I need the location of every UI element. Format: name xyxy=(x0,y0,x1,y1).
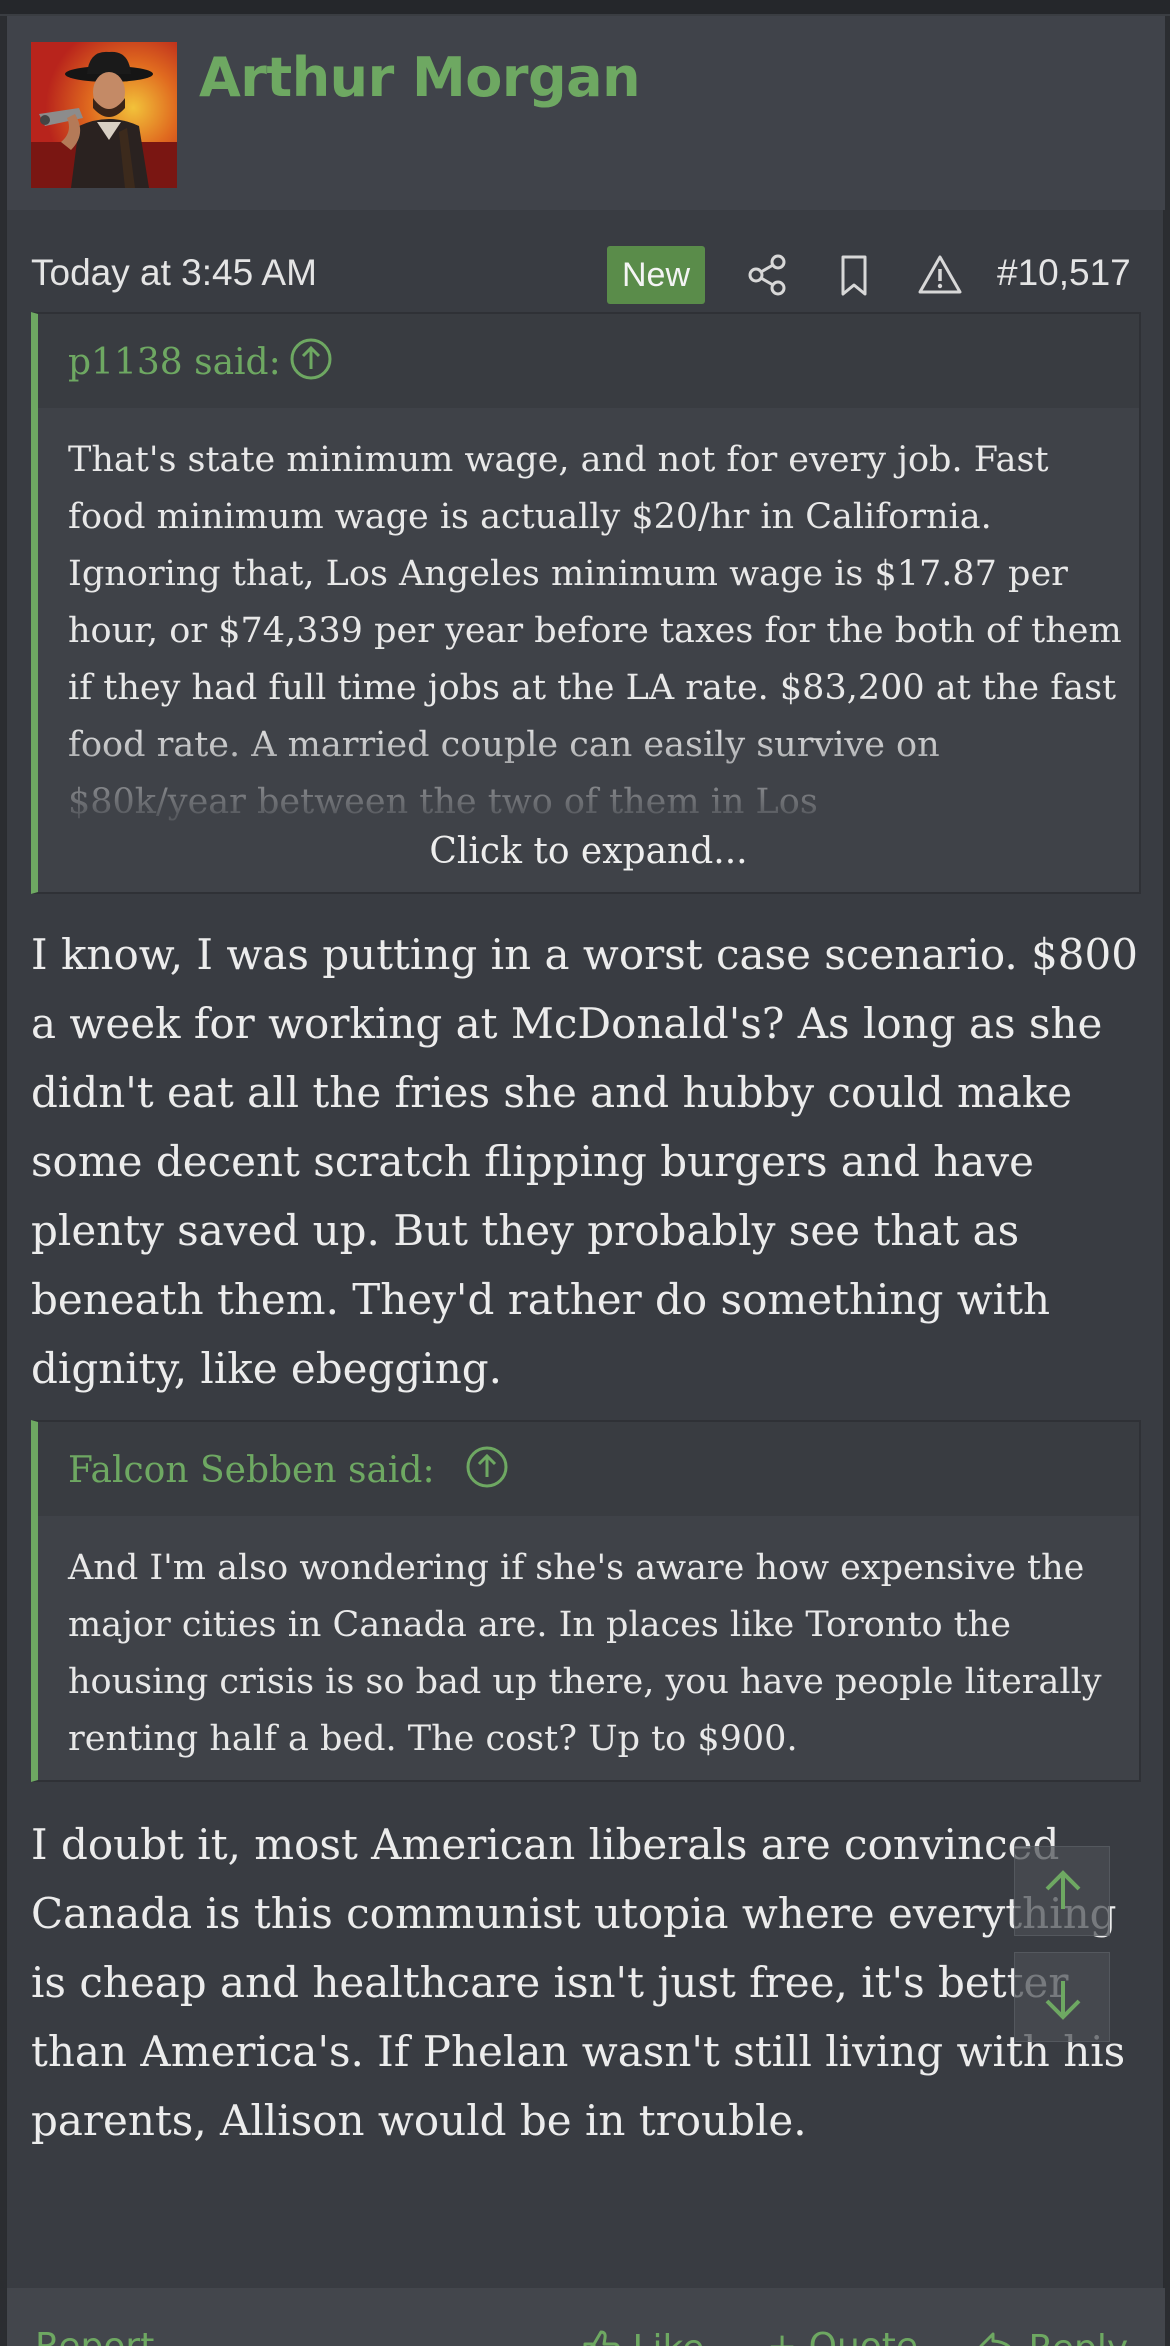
username[interactable]: Arthur Morgan xyxy=(199,46,641,109)
post-message-paragraph: I know, I was putting in a worst case sc… xyxy=(31,930,1138,1393)
post-message-paragraph: I doubt it, most American liberals are c… xyxy=(31,1820,1126,2145)
warning-icon[interactable] xyxy=(915,250,965,300)
quote-block-falcon-sebben: Falcon Sebben said: And I'm also wonderi… xyxy=(31,1420,1141,1782)
arrow-up-circle-icon[interactable] xyxy=(464,1444,510,1490)
arrow-up-icon xyxy=(1045,1870,1081,1909)
click-to-expand-link[interactable]: Click to expand... xyxy=(38,831,1139,872)
scroll-to-top-button[interactable] xyxy=(1014,1846,1110,1936)
post-number-link[interactable]: #10,517 xyxy=(997,252,1131,294)
arrow-down-icon xyxy=(1045,1981,1081,2020)
report-link[interactable]: Report xyxy=(35,2326,154,2346)
like-button[interactable]: Like xyxy=(581,2326,704,2346)
post-meta-bar: Today at 3:45 AM New #10,517 xyxy=(7,210,1165,310)
reply-label: Reply xyxy=(1028,2328,1128,2346)
top-bar xyxy=(0,0,1170,16)
quote-attribution[interactable]: Falcon Sebben said: xyxy=(68,1450,435,1491)
avatar-image xyxy=(31,42,177,188)
post-actions-bar: Report Like + Quote Reply xyxy=(7,2288,1165,2346)
new-badge: New xyxy=(607,246,705,304)
post-date[interactable]: Today at 3:45 AM xyxy=(31,252,317,294)
avatar[interactable] xyxy=(31,42,177,188)
quote-attribution[interactable]: p1138 said: xyxy=(68,342,281,383)
arrow-up-circle-icon[interactable] xyxy=(288,336,334,382)
quote-header: Falcon Sebben said: xyxy=(38,1422,1139,1516)
quote-block-p1138: p1138 said: That's state minimum wage, a… xyxy=(31,312,1141,894)
thumbs-up-icon xyxy=(583,2330,620,2346)
reply-icon xyxy=(979,2332,1011,2346)
quote-text: And I'm also wondering if she's aware ho… xyxy=(68,1548,1102,1759)
scroll-to-bottom-button[interactable] xyxy=(1014,1952,1110,2042)
post-user-header: Arthur Morgan xyxy=(7,16,1165,210)
like-label: Like xyxy=(632,2328,704,2346)
quote-button[interactable]: + Quote xyxy=(767,2326,918,2346)
forum-post: Arthur Morgan Today at 3:45 AM New #10,5… xyxy=(6,16,1165,2346)
bookmark-icon[interactable] xyxy=(829,250,879,300)
reply-button[interactable]: Reply xyxy=(977,2326,1128,2346)
share-icon[interactable] xyxy=(743,250,793,300)
quote-header: p1138 said: xyxy=(38,314,1139,408)
